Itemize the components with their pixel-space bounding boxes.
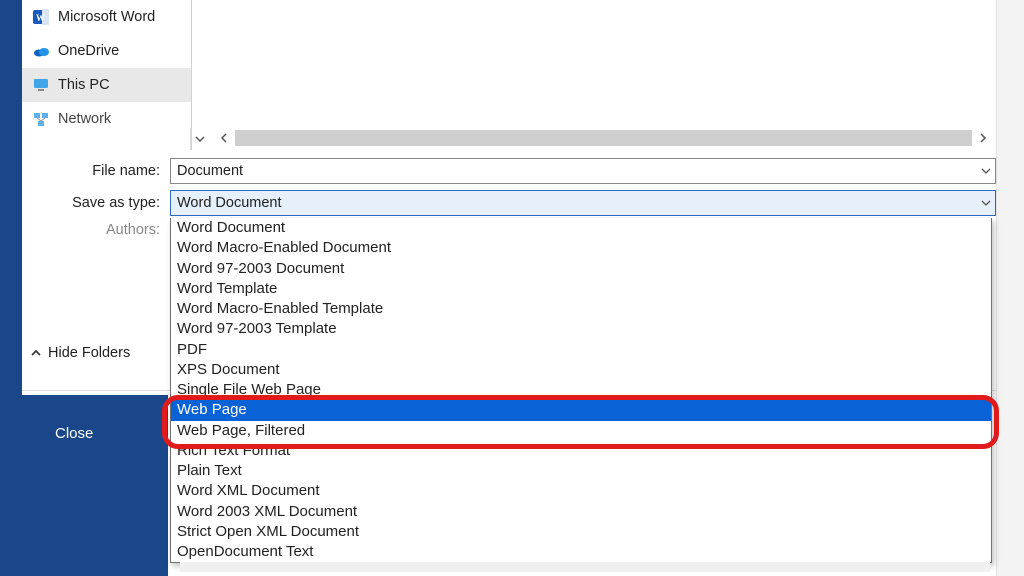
dropdown-option[interactable]: Word 97-2003 Document — [171, 259, 991, 279]
dropdown-option[interactable]: Web Page, Filtered — [171, 421, 991, 441]
sidebar-item-msword[interactable]: W Microsoft Word — [22, 0, 191, 34]
sidebar-scroll-down[interactable] — [190, 128, 208, 150]
file-preview-area — [208, 0, 996, 128]
dropdown-option[interactable]: Word Document — [171, 218, 991, 238]
horizontal-scrollbar[interactable] — [215, 128, 992, 148]
dropdown-option[interactable]: Plain Text — [171, 461, 991, 481]
close-button[interactable]: Close — [55, 425, 93, 442]
dropdown-option[interactable]: Strict Open XML Document — [171, 522, 991, 542]
sidebar-item-network[interactable]: Network — [22, 102, 191, 136]
save-as-type-value: Word Document — [177, 195, 282, 211]
right-background-strip — [996, 0, 1024, 576]
svg-text:W: W — [36, 13, 45, 23]
sidebar-item-thispc[interactable]: This PC — [22, 68, 191, 102]
dropdown-option[interactable]: Web Page — [171, 400, 991, 420]
authors-label: Authors: — [22, 222, 170, 238]
hide-folders-toggle[interactable]: Hide Folders — [30, 345, 130, 361]
dropdown-option[interactable]: Word 97-2003 Template — [171, 319, 991, 339]
save-as-type-combo[interactable]: Word Document — [170, 190, 996, 216]
chevron-up-icon — [30, 347, 42, 359]
sidebar-item-onedrive[interactable]: OneDrive — [22, 34, 191, 68]
scroll-left-icon[interactable] — [215, 129, 233, 147]
file-name-input[interactable]: Document — [170, 158, 996, 184]
places-sidebar: W Microsoft Word OneDrive This PC Networ… — [22, 0, 192, 150]
word-icon: W — [32, 8, 50, 26]
sidebar-item-label: Microsoft Word — [58, 9, 155, 25]
onedrive-icon — [32, 42, 50, 60]
hide-folders-label: Hide Folders — [48, 345, 130, 361]
network-icon — [32, 110, 50, 128]
dropdown-option[interactable]: Word Template — [171, 279, 991, 299]
dropdown-option[interactable]: PDF — [171, 340, 991, 360]
file-name-label: File name: — [22, 163, 170, 179]
scroll-right-icon[interactable] — [974, 129, 992, 147]
dropdown-option[interactable]: Word 2003 XML Document — [171, 502, 991, 522]
dropdown-option[interactable]: Word Macro-Enabled Template — [171, 299, 991, 319]
file-name-value: Document — [177, 163, 243, 179]
scrollbar-track[interactable] — [235, 130, 972, 146]
dropdown-option[interactable]: OpenDocument Text — [171, 542, 991, 562]
dropdown-option[interactable]: Word XML Document — [171, 481, 991, 501]
thispc-icon — [32, 76, 50, 94]
save-as-type-dropdown[interactable]: Word DocumentWord Macro-Enabled Document… — [170, 218, 992, 563]
sidebar-item-label: OneDrive — [58, 43, 119, 59]
backstage-panel — [0, 395, 168, 576]
dropdown-option[interactable]: Rich Text Format — [171, 441, 991, 461]
chevron-down-icon[interactable] — [981, 166, 991, 176]
save-as-type-label: Save as type: — [22, 195, 170, 211]
dropdown-option[interactable]: Single File Web Page — [171, 380, 991, 400]
dropdown-option[interactable]: XPS Document — [171, 360, 991, 380]
chevron-down-icon[interactable] — [981, 198, 991, 208]
bottom-scrollbar-hint — [180, 562, 990, 572]
dropdown-option[interactable]: Word Macro-Enabled Document — [171, 238, 991, 258]
sidebar-item-label: This PC — [58, 77, 110, 93]
sidebar-item-label: Network — [58, 111, 111, 127]
